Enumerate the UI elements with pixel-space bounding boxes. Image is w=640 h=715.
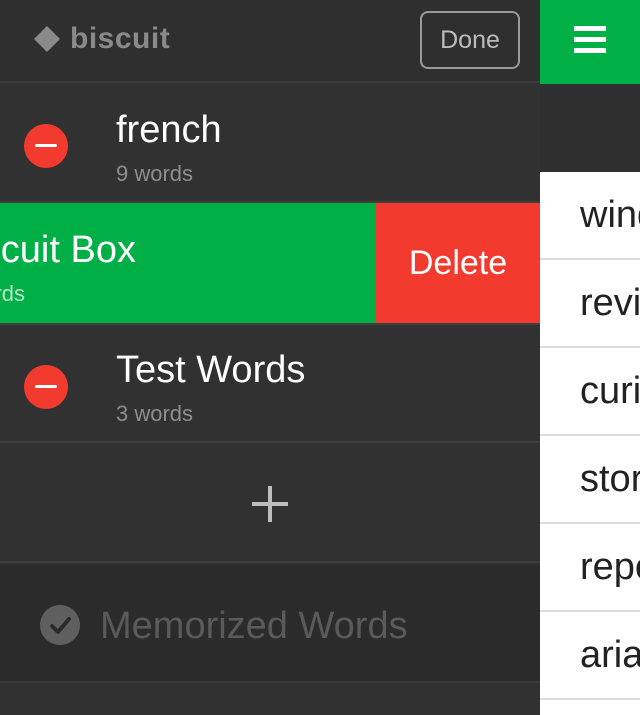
word-row[interactable]: repeat (540, 524, 640, 612)
main-toolbar (540, 0, 640, 84)
word-text: repeat (580, 546, 640, 588)
menu-icon[interactable] (574, 26, 606, 54)
done-button[interactable]: Done (420, 11, 520, 69)
word-text: store (580, 458, 640, 500)
list-word-count: 9 words (116, 161, 194, 186)
delete-button[interactable]: Delete (376, 203, 540, 323)
main-subheader (540, 84, 640, 172)
logo-text: biscuit (70, 22, 171, 55)
checkmark-icon (40, 605, 80, 645)
word-row[interactable]: curious (540, 348, 640, 436)
plus-icon[interactable] (252, 486, 288, 522)
word-text: aria (580, 634, 640, 676)
word-text: wind (580, 194, 640, 236)
word-row[interactable]: aria (540, 612, 640, 700)
word-row[interactable]: wind (540, 172, 640, 260)
remove-icon[interactable] (24, 365, 68, 409)
lists-drawer: biscuit Done french 9 words Biscuit Box … (0, 0, 540, 715)
list-title: Biscuit Box (0, 229, 136, 271)
word-text: revise (580, 282, 640, 324)
list-word-count: 4 words (0, 281, 26, 306)
app-screen: biscuit Done french 9 words Biscuit Box … (0, 0, 640, 715)
memorized-label: Memorized Words (100, 605, 408, 647)
list-item[interactable]: french 9 words (0, 85, 540, 203)
word-text: curious (580, 370, 640, 412)
memorized-words-item[interactable]: Memorized Words (0, 565, 540, 683)
word-list-panel: wind revise curious store repeat aria (540, 0, 640, 715)
list-word-count: 3 words (116, 401, 194, 426)
drawer-header: biscuit Done (0, 0, 540, 83)
word-row[interactable]: revise (540, 260, 640, 348)
list-item[interactable]: Test Words 3 words (0, 323, 540, 443)
biscuit-tag-icon (34, 26, 60, 52)
remove-icon[interactable] (24, 124, 68, 168)
word-row[interactable]: store (540, 436, 640, 524)
list-title: french (116, 109, 222, 151)
app-logo: biscuit (32, 22, 170, 56)
list-title: Test Words (116, 349, 306, 391)
